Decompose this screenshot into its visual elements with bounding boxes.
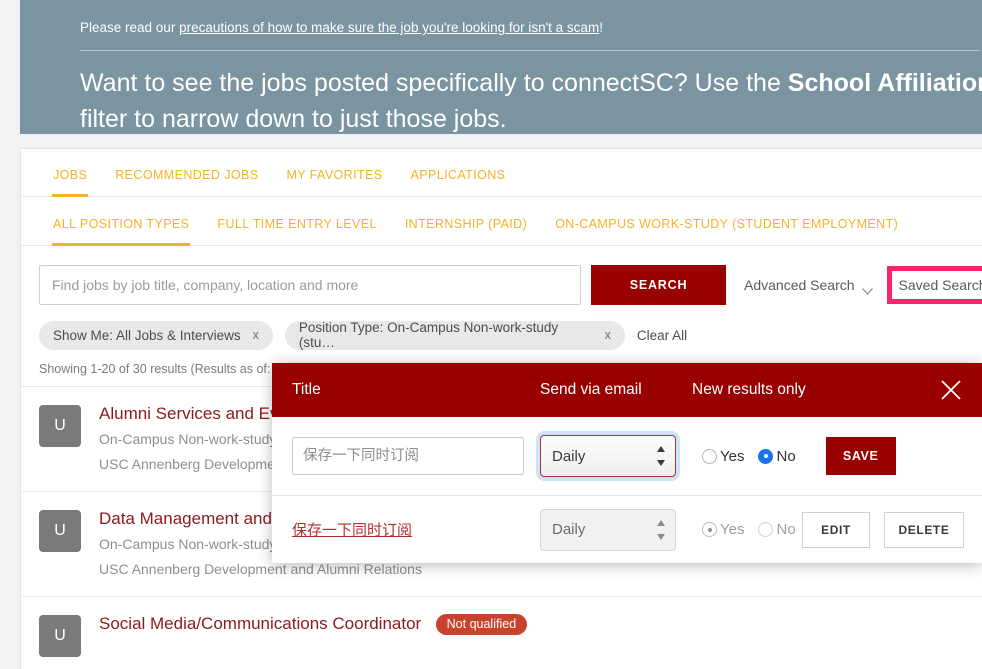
filter-chip-position-type[interactable]: Position Type: On-Campus Non-work-study … <box>284 320 625 350</box>
saved-search-title-input[interactable] <box>292 437 524 475</box>
tab-on-campus-work-study-label: ON-CAMPUS WORK-STUDY (STUDENT EMPLOYMENT… <box>555 217 899 231</box>
radio-dot-icon <box>758 522 774 537</box>
advanced-search-label: Advanced Search <box>744 277 855 293</box>
active-filters: Show Me: All Jobs & Interviews x Positio… <box>21 308 982 350</box>
banner-note-prefix: Please read our <box>80 20 180 35</box>
new-results-yes-label: Yes <box>720 447 745 465</box>
email-frequency-select-wrapper: Daily <box>540 435 676 477</box>
page-root: Please read our precautions of how to ma… <box>0 0 982 669</box>
job-posted-date: Aug <box>945 613 982 627</box>
job-list-item[interactable]: U Social Media/Communications Coordinato… <box>21 597 982 669</box>
banner-headline-part1: Want to see the jobs posted specifically… <box>80 69 788 97</box>
search-button[interactable]: SEARCH <box>591 265 726 305</box>
close-icon[interactable] <box>938 377 964 403</box>
modal-column-new-results: New results only <box>692 381 806 398</box>
save-button[interactable]: SAVE <box>825 437 896 475</box>
tab-on-campus-work-study[interactable]: ON-CAMPUS WORK-STUDY (STUDENT EMPLOYMENT… <box>541 217 912 245</box>
clear-all-filters[interactable]: Clear All <box>637 328 687 343</box>
new-results-yes-radio[interactable]: Yes <box>702 521 744 538</box>
tab-internship-paid-label: INTERNSHIP (PAID) <box>404 217 528 231</box>
filter-chip-position-type-label: Position Type: On-Campus Non-work-study … <box>298 320 559 350</box>
modal-header: Title Send via email New results only <box>272 363 982 417</box>
close-icon[interactable]: x <box>253 328 259 342</box>
modal-column-send-email: Send via email <box>540 381 642 398</box>
job-title[interactable]: Social Media/Communications Coordinator <box>99 613 421 635</box>
email-frequency-value: Daily <box>552 521 586 538</box>
new-results-no-label: No <box>776 447 796 465</box>
advanced-search-toggle[interactable]: Advanced Search <box>744 277 873 295</box>
saved-searches-modal: Title Send via email New results only Da… <box>272 363 982 563</box>
tab-applications-label: APPLICATIONS <box>410 168 506 182</box>
email-frequency-value: Daily <box>552 447 586 465</box>
tab-jobs[interactable]: JOBS <box>39 168 101 197</box>
new-results-yes-radio[interactable]: Yes <box>702 448 744 465</box>
new-saved-search-row: Daily Yes No SAVE <box>272 417 982 495</box>
filter-chip-show-me[interactable]: Show Me: All Jobs & Interviews x <box>39 320 273 350</box>
banner-headline: Want to see the jobs posted specifically… <box>80 65 982 137</box>
saved-searches-wrapper: Saved Searches <box>886 266 982 304</box>
job-meta: Aug <box>945 613 982 627</box>
tab-my-favorites[interactable]: MY FAVORITES <box>272 168 396 196</box>
employer-logo: U <box>39 405 81 447</box>
tab-recommended-jobs[interactable]: RECOMMENDED JOBS <box>101 168 272 196</box>
email-frequency-select-wrapper: Daily <box>540 508 676 551</box>
saved-searches-button[interactable]: Saved Searches <box>886 266 982 304</box>
chevron-down-icon <box>861 282 873 295</box>
position-type-tabs: ALL POSITION TYPES FULL TIME ENTRY LEVEL… <box>21 197 982 246</box>
saved-searches-label: Saved Searches <box>898 277 982 293</box>
tab-recommended-jobs-label: RECOMMENDED JOBS <box>115 168 259 182</box>
tab-full-time-entry-level-label: FULL TIME ENTRY LEVEL <box>217 217 377 231</box>
employer-logo: U <box>39 510 81 552</box>
close-icon[interactable]: x <box>605 328 611 342</box>
filter-chip-show-me-label: Show Me: All Jobs & Interviews <box>53 327 241 343</box>
delete-button[interactable]: DELETE <box>884 511 964 548</box>
tab-internship-paid[interactable]: INTERNSHIP (PAID) <box>391 217 541 245</box>
new-results-only-radio-group: Yes No <box>702 448 804 465</box>
search-input[interactable] <box>39 265 581 305</box>
radio-dot-icon <box>758 448 774 464</box>
modal-column-title: Title <box>292 381 321 398</box>
status-badge: Not qualified <box>435 613 528 635</box>
email-frequency-select[interactable]: Daily <box>540 435 676 477</box>
tab-jobs-label: JOBS <box>53 168 88 182</box>
new-results-no-radio[interactable]: No <box>758 447 796 465</box>
scam-precautions-link[interactable]: precautions of how to make sure the job … <box>179 20 599 35</box>
banner-headline-bold: School Affiliation <box>787 69 982 97</box>
radio-dot-icon <box>702 448 717 464</box>
employer-logo: U <box>39 615 81 657</box>
banner-scam-note: Please read our precautions of how to ma… <box>80 4 982 38</box>
tab-my-favorites-label: MY FAVORITES <box>286 168 383 182</box>
tab-full-time-entry-level[interactable]: FULL TIME ENTRY LEVEL <box>203 217 390 245</box>
tab-all-position-types[interactable]: ALL POSITION TYPES <box>39 217 203 246</box>
edit-button[interactable]: EDIT <box>802 511 870 548</box>
tab-applications[interactable]: APPLICATIONS <box>397 168 520 196</box>
primary-tabs: JOBS RECOMMENDED JOBS MY FAVORITES APPLI… <box>21 149 982 197</box>
radio-dot-icon <box>702 522 717 537</box>
new-results-yes-label: Yes <box>720 521 745 538</box>
banner-headline-part2: filter to narrow down to just those jobs… <box>80 105 507 133</box>
tab-all-position-types-label: ALL POSITION TYPES <box>53 217 190 231</box>
banner-divider <box>80 50 980 51</box>
saved-search-title-link[interactable]: 保存一下同时订阅 <box>292 519 524 540</box>
job-details: Social Media/Communications Coordinator … <box>99 613 982 639</box>
search-row: SEARCH Advanced Search Saved Searches <box>21 246 982 308</box>
info-banner: Please read our precautions of how to ma… <box>20 0 982 134</box>
saved-search-row: 保存一下同时订阅 Daily Yes No EDIT DELETE <box>272 495 982 563</box>
email-frequency-select[interactable]: Daily <box>540 508 676 551</box>
saved-search-actions: EDIT DELETE <box>788 511 964 548</box>
banner-note-suffix: ! <box>599 20 603 35</box>
